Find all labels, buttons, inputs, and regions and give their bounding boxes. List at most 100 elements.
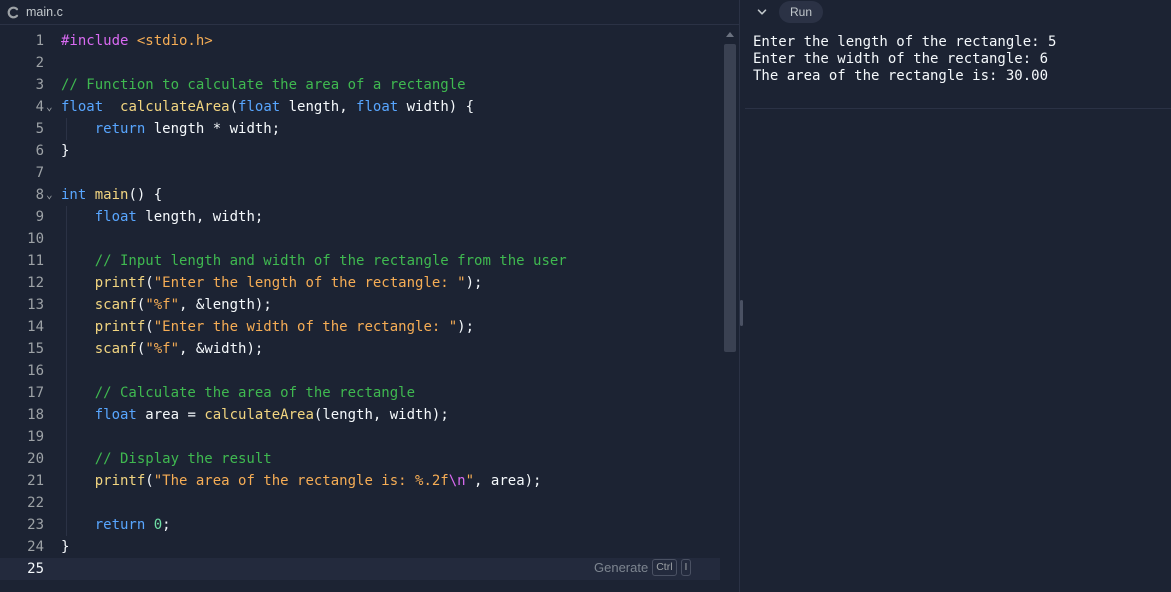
code-token: calculateArea [204,407,314,423]
code-line[interactable]: 4 ⌄ float calculateArea(float length, floa… [0,96,720,118]
console-pane: Run Enter the length of the rectangle: 5… [745,0,1171,592]
code-line[interactable]: 10 [0,228,720,250]
code-token: // Calculate the area of the rectangle [94,385,416,401]
code-line[interactable]: 15 scanf("%f", &width); [0,338,720,360]
code-token: "The area of the rectangle is: %.2f [153,473,449,489]
code-text: scanf("%f", &width); [61,338,264,360]
code-token: , &width); [179,341,264,357]
code-line[interactable]: 6} [0,140,720,162]
code-token: } [61,143,70,159]
code-token: "%f" [145,297,180,313]
scroll-up-arrow-icon[interactable] [726,32,734,37]
c-language-icon [6,5,20,19]
code-text: return 0; [61,514,171,536]
code-text: printf("Enter the width of the rectangle… [61,316,474,338]
code-token: ); [457,319,475,335]
line-number: 22 [27,495,44,511]
line-number: 23 [27,517,44,533]
editor-scrollbar[interactable] [722,30,738,580]
shortcut-key-ctrl: Ctrl [652,558,677,576]
code-line[interactable]: 14 printf("Enter the width of the rectan… [0,316,720,338]
code-text: printf("Enter the length of the rectangl… [61,272,483,294]
line-number: 21 [27,473,44,489]
line-number: 9 [35,209,44,225]
line-number: 10 [27,231,44,247]
code-token: main [94,187,129,203]
code-text: // Function to calculate the area of a r… [61,74,466,96]
line-number: 17 [27,385,44,401]
code-line[interactable]: 11 // Input length and width of the rect… [0,250,720,272]
code-token: 0 [153,517,163,533]
line-number: 11 [27,253,44,269]
line-number: 2 [35,55,44,71]
file-tab-main-c[interactable]: main.c [0,0,63,24]
code-text: } [61,536,69,558]
chevron-down-icon[interactable] [755,5,769,19]
code-line[interactable]: 9 float length, width; [0,206,720,228]
code-token: printf [94,473,146,489]
code-editor[interactable]: 1 #include <stdio.h> 2 3// Function to calc… [0,30,720,580]
code-line[interactable]: 13 scanf("%f", &length); [0,294,720,316]
code-token: , &length); [179,297,272,313]
code-line[interactable]: 20 // Display the result [0,448,720,470]
code-token: #include [61,33,137,49]
line-number: 19 [27,429,44,445]
code-token: float [94,209,137,225]
code-line[interactable]: 3 // Function to calculate the area of a … [0,74,720,96]
code-token: ( [145,319,154,335]
console-line: Enter the length of the rectangle: 5 [753,34,1057,50]
code-token: "Enter the length of the rectangle: " [153,275,466,291]
code-line[interactable]: 24} [0,536,720,558]
code-text: // Display the result [61,448,272,470]
code-line[interactable]: 17 // Calculate the area of the rectangl… [0,382,720,404]
line-number: 3 [35,77,44,93]
code-line[interactable]: 2 [0,52,720,74]
code-line[interactable]: 23 return 0; [0,514,720,536]
code-token: return [94,517,146,533]
editor-scroll-thumb[interactable] [724,44,736,352]
code-token: "Enter the width of the rectangle: " [153,319,458,335]
code-token: printf [94,319,146,335]
code-line[interactable]: 18 float area = calculateArea(length, wi… [0,404,720,426]
code-token: float [61,99,104,115]
code-token: // Input length and width of the rectang… [94,253,567,269]
line-number: 16 [27,363,44,379]
code-line[interactable]: 19 [0,426,720,448]
code-token: width) { [398,99,475,115]
line-number: 15 [27,341,44,357]
line-number: 13 [27,297,44,313]
pane-resize-handle[interactable] [740,300,743,326]
run-button[interactable]: Run [779,1,824,23]
code-line[interactable]: 5 return length * width; [0,118,720,140]
shortcut-key-i: I [680,558,692,576]
editor-tab-bar: main.c [0,0,739,25]
fold-chevron-icon[interactable]: ⌄ [46,184,56,206]
code-token: // Display the result [94,451,272,467]
code-line[interactable]: 8 ⌄ int main() { [0,184,720,206]
code-token: scanf [94,341,137,357]
code-line[interactable]: 16 [0,360,720,382]
code-line[interactable]: 21 printf("The area of the rectangle is:… [0,470,720,492]
code-token: area = [136,407,205,423]
code-token: "%f" [145,341,180,357]
code-token: " [465,473,475,489]
code-text: float area = calculateArea(length, width… [61,404,449,426]
code-line[interactable]: 22 [0,492,720,514]
code-token: float [356,99,399,115]
generate-hint[interactable]: Generate Ctrl I [594,557,692,577]
line-number: 4 [35,99,44,115]
console-divider [745,108,1171,109]
line-number: 8 [35,187,44,203]
line-number: 1 [35,33,44,49]
code-line[interactable]: 1 #include <stdio.h> [0,30,720,52]
code-line[interactable]: 7 [0,162,720,184]
code-token: <stdio.h> [136,33,213,49]
line-number: 24 [27,539,44,555]
code-text: // Calculate the area of the rectangle [61,382,415,404]
code-line[interactable]: 12 printf("Enter the length of the recta… [0,272,720,294]
code-text: #include <stdio.h> [61,30,213,52]
code-token: ( [229,99,239,115]
code-token: length, width; [136,209,264,225]
fold-chevron-icon[interactable]: ⌄ [46,96,56,118]
console-line: Enter the width of the rectangle: 6 [753,51,1049,67]
